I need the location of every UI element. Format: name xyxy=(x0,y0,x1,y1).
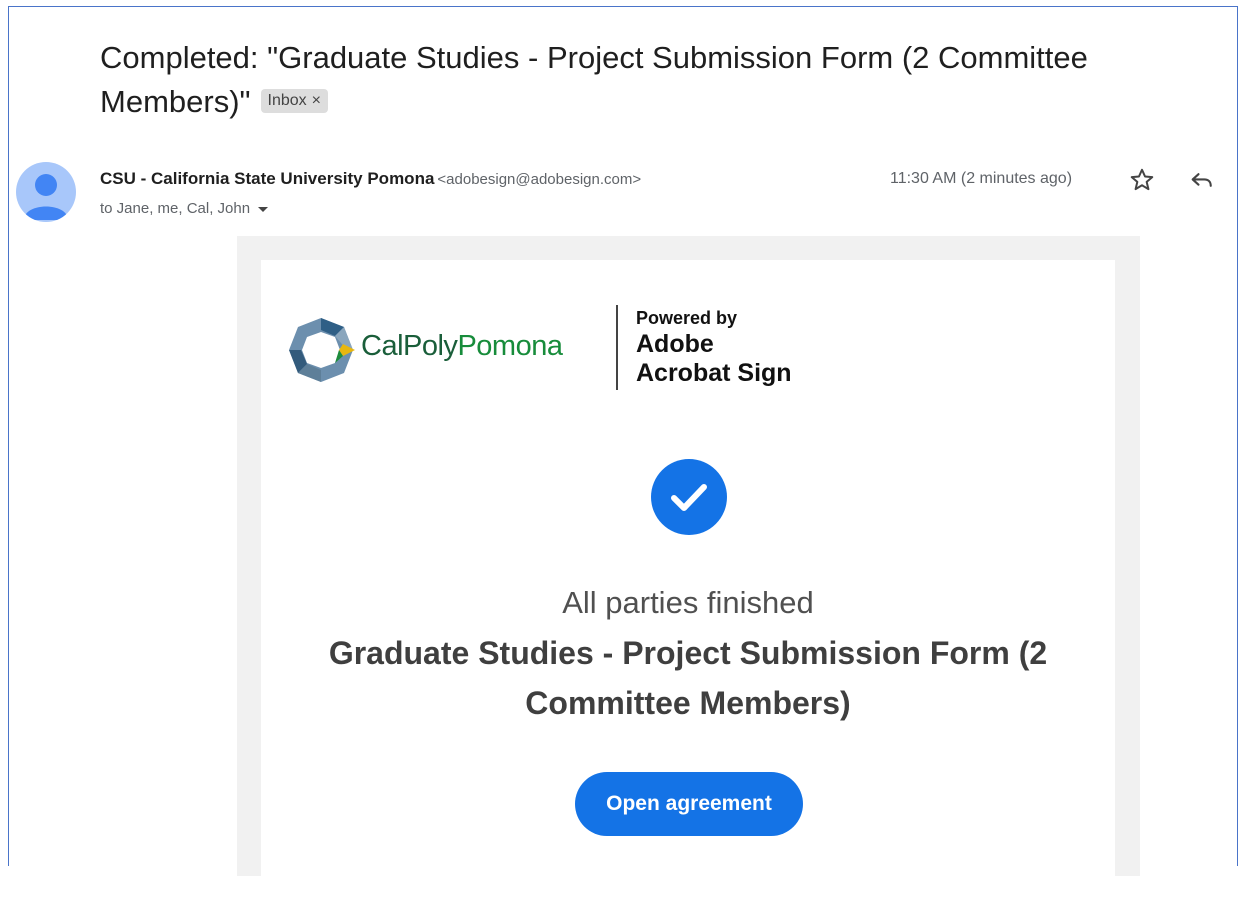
subject-text: Completed: "Graduate Studies - Project S… xyxy=(100,40,1088,119)
email-body-card: CalPolyPomona Powered by Adobe Acrobat S… xyxy=(261,260,1115,900)
caret-down-icon xyxy=(258,206,269,212)
recipients-text: to Jane, me, Cal, John xyxy=(100,200,251,217)
open-agreement-button[interactable]: Open agreement xyxy=(575,772,803,836)
star-icon xyxy=(1130,168,1154,191)
sender-avatar[interactable] xyxy=(16,162,76,222)
document-title: Graduate Studies - Project Submission Fo… xyxy=(328,635,1048,721)
logo-cal-poly: CalPoly xyxy=(361,330,458,362)
person-icon xyxy=(24,174,68,220)
logo-divider xyxy=(616,305,618,390)
powered-by-text: Powered by xyxy=(636,308,738,328)
reply-button[interactable] xyxy=(1188,166,1216,194)
email-timestamp: 11:30 AM (2 minutes ago) xyxy=(890,170,1073,187)
sender-name[interactable]: CSU - California State University Pomona xyxy=(100,169,434,188)
reply-icon xyxy=(1191,173,1212,187)
completed-status-badge xyxy=(651,459,727,535)
checkmark-icon xyxy=(671,484,707,511)
logo-pomona: Pomona xyxy=(457,330,563,362)
email-body-background: CalPolyPomona Powered by Adobe Acrobat S… xyxy=(237,236,1140,900)
remove-label-icon[interactable]: × xyxy=(312,92,321,109)
octagon-logo-icon xyxy=(289,318,355,382)
sender-email: <adobesign@adobesign.com> xyxy=(437,171,642,188)
cal-poly-pomona-logo: CalPolyPomona xyxy=(285,310,585,390)
email-subject: Completed: "Graduate Studies - Project S… xyxy=(100,36,1180,124)
inbox-label-chip[interactable]: Inbox × xyxy=(260,88,329,113)
sender-line: CSU - California State University Pomona… xyxy=(100,168,641,191)
star-button[interactable] xyxy=(1128,166,1156,194)
powered-brand-line-2: Acrobat Sign xyxy=(636,359,792,387)
powered-by-adobe: Powered by Adobe Acrobat Sign xyxy=(636,306,792,388)
powered-brand-line-1: Adobe xyxy=(636,330,714,358)
recipients-toggle[interactable]: to Jane, me, Cal, John xyxy=(100,198,269,220)
status-message: All parties finished xyxy=(562,585,814,620)
